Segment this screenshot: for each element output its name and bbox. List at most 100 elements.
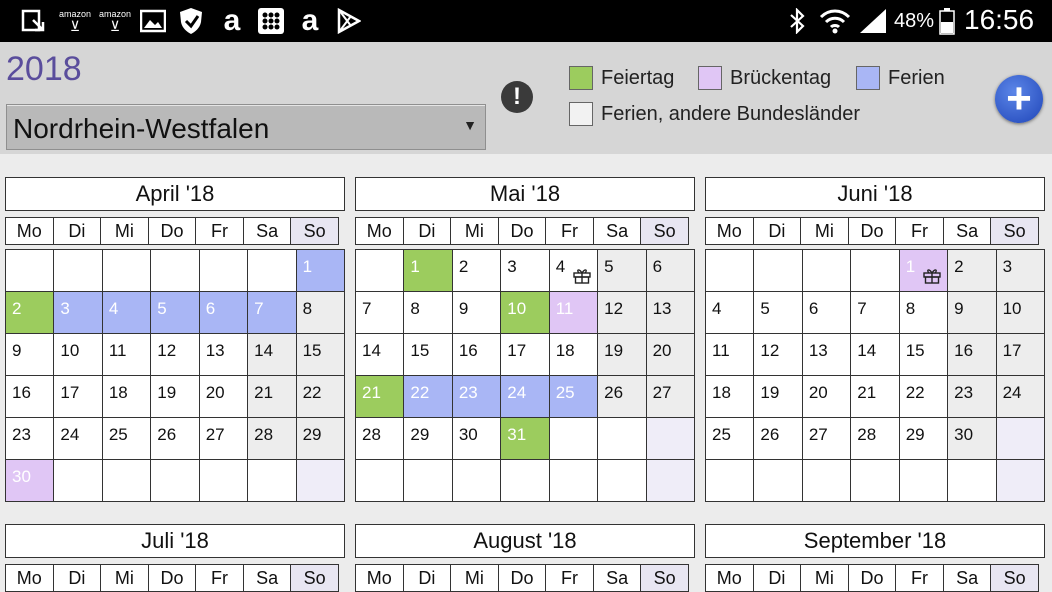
day-cell[interactable]: 20 [802,376,852,418]
day-cell[interactable]: 27 [802,418,852,460]
day-cell[interactable]: 25 [706,418,755,460]
day-cell[interactable]: 2 [452,250,502,292]
day-cell[interactable]: 22 [404,376,453,418]
day-cell[interactable]: 12 [754,334,803,376]
day-cell[interactable]: 8 [404,292,453,334]
legend-brueckentag: Brückentag [698,66,831,90]
day-cell[interactable]: 16 [452,334,502,376]
day-cell[interactable]: 17 [501,334,550,376]
day-cell[interactable]: 23 [948,376,997,418]
info-icon[interactable]: ! [501,81,533,113]
day-cell[interactable]: 4 [549,250,599,292]
day-cell[interactable]: 29 [404,418,453,460]
day-cell[interactable]: 21 [851,376,900,418]
day-cell[interactable]: 26 [754,418,803,460]
day-cell[interactable]: 10 [501,292,550,334]
day-cell[interactable]: 17 [54,376,103,418]
day-cell[interactable]: 20 [199,376,249,418]
day-cell[interactable]: 25 [102,418,152,460]
day-cell[interactable]: 14 [356,334,405,376]
day-cell[interactable]: 9 [452,292,502,334]
day-cell[interactable]: 26 [598,376,647,418]
day-cell[interactable]: 15 [296,334,345,376]
day-cell[interactable]: 5 [754,292,803,334]
day-cell[interactable]: 3 [54,292,103,334]
day-cell[interactable]: 15 [899,334,949,376]
day-cell[interactable]: 13 [646,292,695,334]
day-cell[interactable]: 30 [948,418,997,460]
day-cell[interactable]: 11 [102,334,152,376]
day-cell[interactable]: 28 [356,418,405,460]
day-cell[interactable]: 6 [802,292,852,334]
day-cell[interactable]: 16 [6,376,55,418]
day-number: 18 [108,383,128,402]
day-cell[interactable]: 25 [549,376,599,418]
day-cell[interactable]: 15 [404,334,453,376]
day-cell[interactable]: 1 [404,250,453,292]
day-cell[interactable]: 17 [996,334,1045,376]
day-cell[interactable]: 22 [296,376,345,418]
day-cell[interactable]: 12 [598,292,647,334]
day-cell[interactable]: 28 [248,418,297,460]
day-cell[interactable]: 10 [54,334,103,376]
day-cell[interactable]: 24 [54,418,103,460]
day-cell[interactable]: 14 [248,334,297,376]
day-cell[interactable]: 14 [851,334,900,376]
day-cell[interactable]: 27 [199,418,249,460]
add-icon[interactable]: + [995,75,1043,123]
day-cell[interactable]: 3 [501,250,550,292]
day-cell[interactable]: 16 [948,334,997,376]
day-cell[interactable]: 7 [851,292,900,334]
day-cell[interactable]: 18 [102,376,152,418]
day-cell[interactable]: 6 [646,250,695,292]
day-cell[interactable]: 19 [598,334,647,376]
day-cell[interactable]: 21 [248,376,297,418]
day-cell[interactable]: 2 [6,292,55,334]
day-cell[interactable]: 1 [899,250,949,292]
day-cell[interactable]: 8 [899,292,949,334]
day-cell[interactable]: 30 [6,460,55,502]
day-cell[interactable]: 4 [102,292,152,334]
day-cell[interactable]: 1 [296,250,345,292]
day-cell[interactable]: 24 [501,376,550,418]
day-number: 1 [905,257,916,276]
day-cell[interactable]: 9 [6,334,55,376]
day-cell[interactable]: 5 [598,250,647,292]
day-cell[interactable]: 23 [452,376,502,418]
day-cell[interactable]: 2 [948,250,997,292]
day-number: 3 [1002,257,1013,276]
day-cell[interactable]: 7 [356,292,405,334]
day-cell[interactable]: 29 [296,418,345,460]
day-cell[interactable]: 12 [151,334,200,376]
day-cell[interactable]: 30 [452,418,502,460]
day-cell[interactable]: 5 [151,292,200,334]
year-title[interactable]: 2018 [6,50,82,89]
day-cell[interactable]: 18 [706,376,755,418]
day-cell[interactable]: 9 [948,292,997,334]
day-cell[interactable]: 13 [802,334,852,376]
day-cell[interactable]: 27 [646,376,695,418]
day-cell[interactable]: 4 [706,292,755,334]
day-cell[interactable]: 10 [996,292,1045,334]
day-cell[interactable]: 3 [996,250,1045,292]
day-cell[interactable]: 6 [199,292,249,334]
day-cell[interactable]: 7 [248,292,297,334]
day-cell[interactable]: 19 [754,376,803,418]
day-cell[interactable]: 19 [151,376,200,418]
day-cell[interactable]: 8 [296,292,345,334]
day-cell[interactable]: 21 [356,376,405,418]
day-cell[interactable]: 28 [851,418,900,460]
day-cell[interactable]: 24 [996,376,1045,418]
day-cell[interactable]: 23 [6,418,55,460]
day-cell[interactable]: 22 [899,376,949,418]
day-cell[interactable]: 26 [151,418,200,460]
day-cell[interactable]: 13 [199,334,249,376]
day-cell[interactable]: 29 [899,418,949,460]
day-cell[interactable]: 20 [646,334,695,376]
day-cell[interactable]: 31 [501,418,550,460]
day-cell[interactable]: 18 [549,334,599,376]
state-select[interactable]: Nordrhein-Westfalen ▼ [6,104,486,150]
day-cell[interactable]: 11 [706,334,755,376]
weekday-label: Di [752,564,802,592]
day-cell[interactable]: 11 [549,292,599,334]
